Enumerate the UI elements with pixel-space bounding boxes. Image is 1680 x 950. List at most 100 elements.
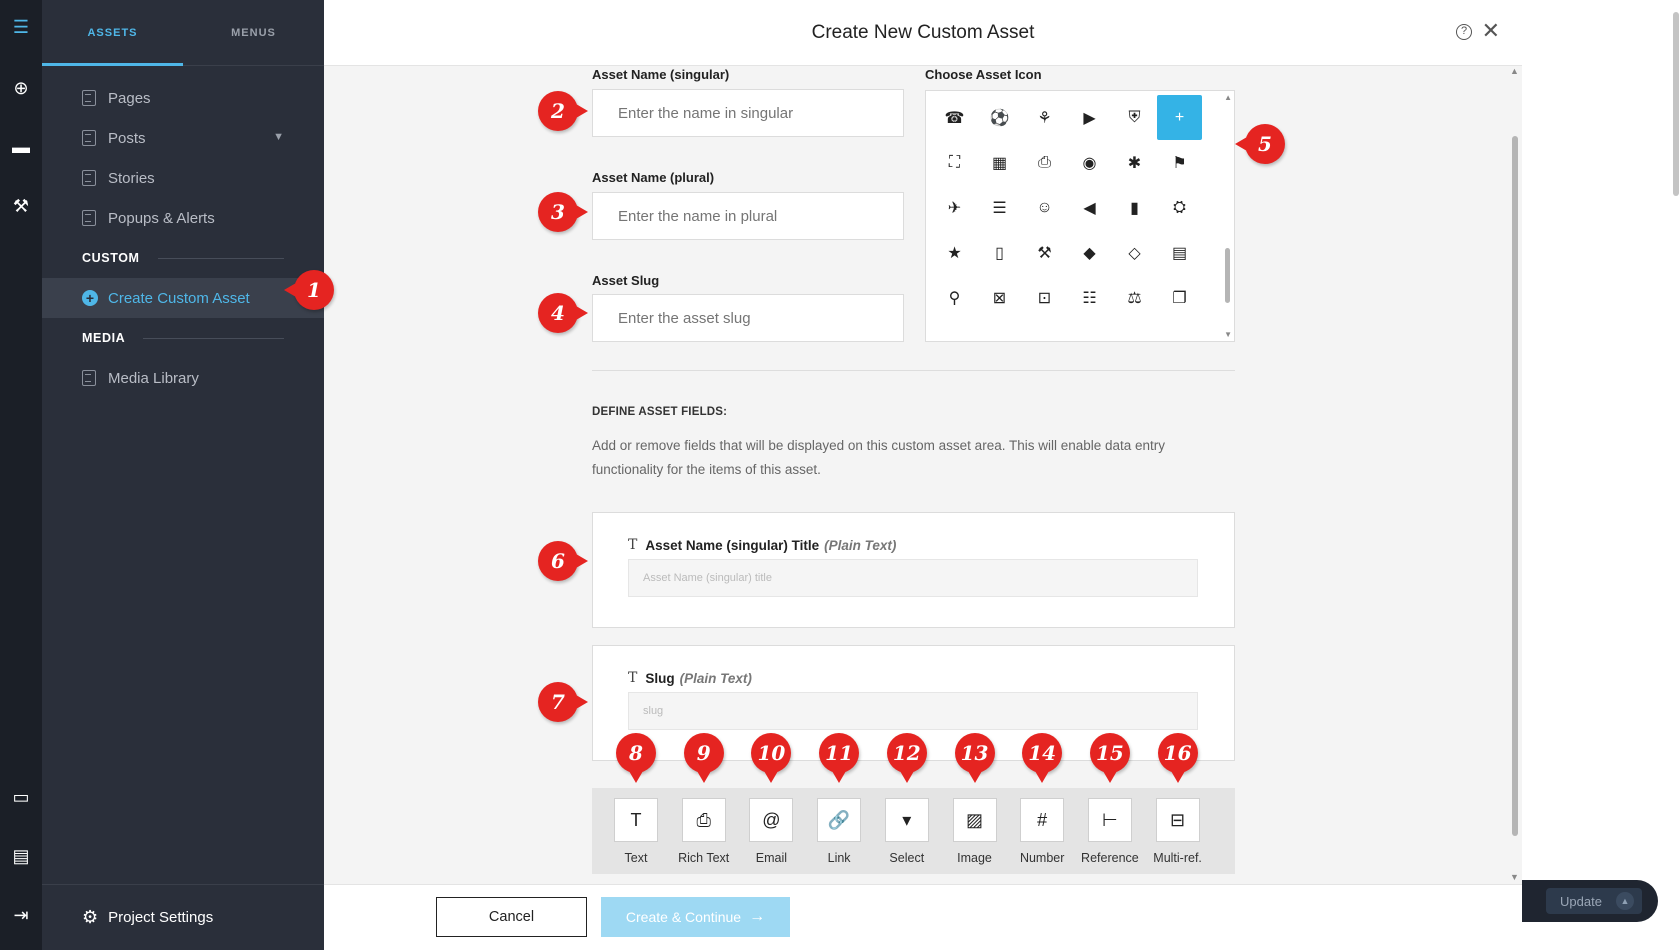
hash-icon: # [1020, 798, 1065, 842]
exit-icon[interactable]: ⇥ [0, 898, 42, 932]
note-icon[interactable]: ▤ [0, 839, 42, 873]
monitor-icon[interactable]: ▭ [0, 780, 42, 814]
sidebar-item-popups[interactable]: Popups & Alerts [42, 198, 324, 238]
text-type-icon: T [628, 537, 638, 553]
printer-icon[interactable]: ⎙ [1022, 140, 1067, 185]
asset-name-singular-input[interactable] [592, 89, 904, 137]
users-icon[interactable]: ☷ [1067, 275, 1112, 320]
star-icon[interactable]: ★ [932, 230, 977, 275]
tool-image-button[interactable]: ▨ Image [945, 798, 1005, 865]
sidebar-item-create-custom-asset[interactable]: + Create Custom Asset [42, 278, 324, 318]
server-icon[interactable]: ☰ [977, 185, 1022, 230]
user-circle-icon[interactable]: ◉ [1067, 140, 1112, 185]
scrollbar-thumb[interactable] [1512, 136, 1518, 836]
ticket-icon[interactable]: ⊡ [1022, 275, 1067, 320]
section-divider [157, 257, 284, 259]
sidebar-item-posts[interactable]: Posts ▼ [42, 118, 324, 158]
sidebar-item-stories[interactable]: Stories [42, 158, 324, 198]
tablet-icon[interactable]: ▯ [977, 230, 1022, 275]
tool-email-button[interactable]: @ Email [741, 798, 801, 865]
text-icon: T [614, 798, 658, 842]
plural-label: Asset Name (plural) [592, 170, 715, 185]
create-continue-button[interactable]: Create & Continue → [601, 897, 790, 937]
sidebar-item-label: Posts [108, 129, 146, 147]
asset-name-plural-input[interactable] [592, 192, 904, 240]
callout-14: 14 [1022, 733, 1063, 783]
tool-reference-button[interactable]: ⊢ Reference [1080, 798, 1140, 865]
tool-select-button[interactable]: ▾ Select [877, 798, 937, 865]
scroll-up-icon[interactable]: ▲ [1224, 93, 1232, 102]
tool-text-button[interactable]: T Text [606, 798, 666, 865]
play-icon[interactable]: ▶ [1067, 95, 1112, 140]
page-icon [82, 170, 96, 186]
flower-icon[interactable]: ⚘ [1022, 95, 1067, 140]
page-title: Create New Custom Asset [811, 21, 1035, 43]
singular-label: Asset Name (singular) [592, 67, 730, 82]
callout-5: 5 [1235, 124, 1285, 164]
scale-icon[interactable]: ⚖ [1112, 275, 1157, 320]
trash-icon[interactable]: ▮ [1112, 185, 1157, 230]
multi-ref-icon: ⊟ [1155, 798, 1200, 842]
hamburger-menu-icon[interactable]: ☰ [0, 10, 42, 44]
callout-1: 1 [284, 270, 334, 310]
thermometer-icon[interactable]: ⚲ [932, 275, 977, 320]
speaker-icon[interactable]: ◀ [1067, 185, 1112, 230]
tab-menus[interactable]: MENUS [183, 0, 324, 65]
scan-icon[interactable]: ⛶ [932, 140, 977, 185]
smiley-icon[interactable]: ☺ [1022, 185, 1067, 230]
puzzle-icon[interactable]: ✱ [1112, 140, 1157, 185]
scroll-down-icon[interactable]: ▼ [1224, 330, 1232, 339]
shield-icon[interactable]: ⛨ [1112, 95, 1157, 140]
update-button[interactable]: Update ▲ [1546, 888, 1642, 914]
sun-icon[interactable]: ⛭ [1157, 185, 1202, 230]
copy-icon[interactable]: ❐ [1157, 275, 1202, 320]
field-preview-input: Asset Name (singular) title [628, 559, 1198, 597]
icon-rail: ☰ ⊕ ▬ ⚒ ▭ ▤ ⇥ [0, 0, 42, 950]
field-header: T Slug (Plain Text) [628, 670, 752, 686]
main-scrollbar[interactable]: ▲ ▼ [1508, 66, 1522, 884]
callout-16: 16 [1157, 733, 1198, 783]
select-icon: ▾ [884, 798, 929, 842]
folder-icon[interactable]: ▬ [0, 130, 42, 164]
scroll-up-icon[interactable]: ▲ [1510, 66, 1519, 76]
tool-rich-text-button[interactable]: ⎙ Rich Text [674, 798, 734, 865]
sidebar-item-media-library[interactable]: Media Library [42, 358, 324, 398]
field-card-title[interactable]: T Asset Name (singular) Title (Plain Tex… [592, 512, 1235, 628]
scrollbar-thumb[interactable] [1673, 12, 1679, 196]
help-icon[interactable]: ? [1456, 24, 1472, 40]
project-settings-button[interactable]: ⚙ Project Settings [42, 884, 324, 950]
grid-icon[interactable]: ▦ [977, 140, 1022, 185]
callout-13: 13 [954, 733, 995, 783]
sidebar-item-pages[interactable]: Pages [42, 78, 324, 118]
chevron-down-icon[interactable]: ▼ [273, 131, 284, 143]
paint-roller-icon[interactable]: ⚒ [0, 189, 42, 223]
tab-assets[interactable]: ASSETS [42, 0, 183, 66]
tool-label: Rich Text [678, 851, 730, 865]
flag-icon[interactable]: ⚑ [1157, 140, 1202, 185]
link-icon: 🔗 [817, 798, 862, 842]
tool-multi-ref-button[interactable]: ⊟ Multi-ref. [1148, 798, 1208, 865]
page-scrollbar[interactable] [1672, 0, 1680, 200]
phone-icon[interactable]: ☎ [932, 95, 977, 140]
soccer-ball-icon[interactable]: ⚽ [977, 95, 1022, 140]
tags-icon[interactable]: ◇ [1112, 230, 1157, 275]
asset-slug-input[interactable] [592, 294, 904, 342]
terminal-icon[interactable]: ⊠ [977, 275, 1022, 320]
hammer-icon[interactable]: ⚒ [1022, 230, 1067, 275]
plus-circle-icon[interactable]: + [1157, 95, 1202, 140]
callout-2: 2 [538, 91, 588, 131]
define-fields-description: Add or remove fields that will be displa… [592, 438, 1166, 477]
chevron-up-icon[interactable]: ▲ [1616, 892, 1634, 910]
close-icon[interactable]: ✕ [1482, 18, 1500, 44]
add-circle-icon[interactable]: ⊕ [0, 71, 42, 105]
paper-plane-icon[interactable]: ✈ [932, 185, 977, 230]
scrollbar-thumb[interactable] [1225, 248, 1230, 303]
icon-picker-scrollbar[interactable]: ▲ ▼ [1220, 91, 1234, 341]
tool-link-button[interactable]: 🔗 Link [809, 798, 869, 865]
cancel-button[interactable]: Cancel [436, 897, 587, 937]
tool-number-button[interactable]: # Number [1012, 798, 1072, 865]
tag-icon[interactable]: ◆ [1067, 230, 1112, 275]
scroll-down-icon[interactable]: ▼ [1510, 872, 1519, 882]
callout-6: 6 [538, 541, 588, 581]
receipt-icon[interactable]: ▤ [1157, 230, 1202, 275]
